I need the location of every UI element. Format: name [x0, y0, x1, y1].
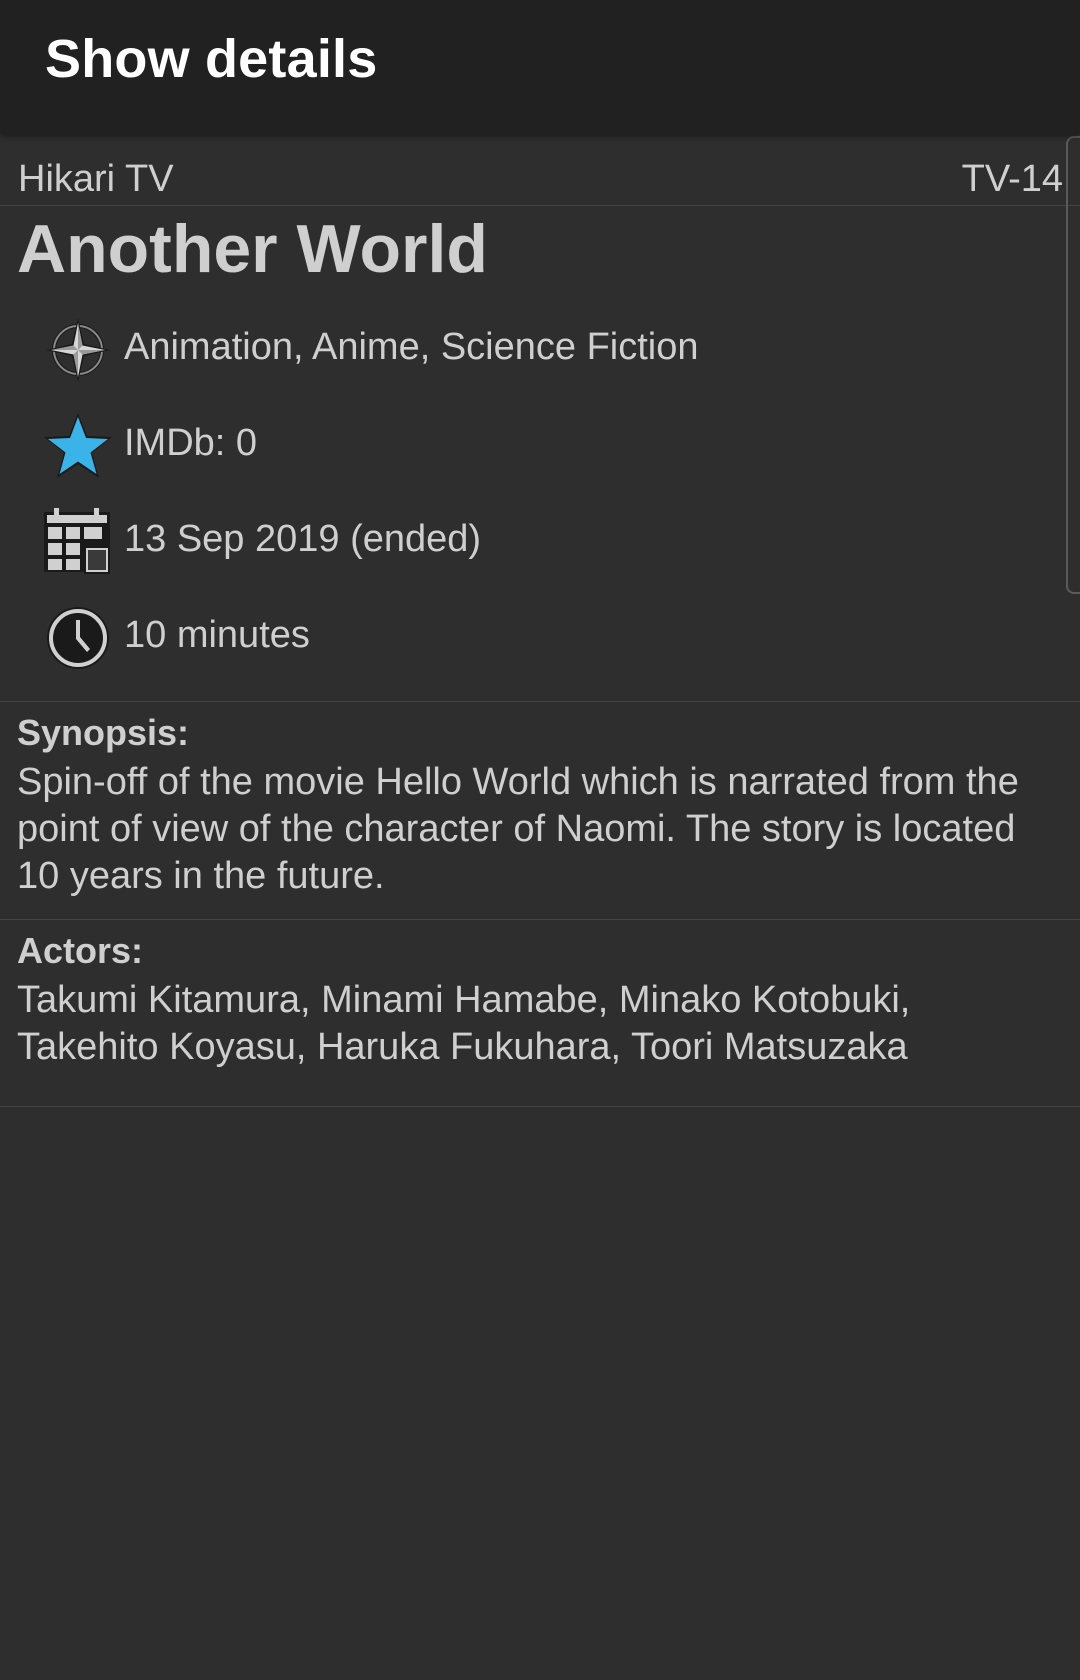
- calendar-icon: [44, 508, 110, 574]
- show-details-content[interactable]: Hikari TV TV-14 Another World Animation,…: [0, 134, 1080, 1680]
- synopsis-label: Synopsis:: [17, 712, 190, 753]
- genres-text: Animation, Anime, Science Fiction: [124, 326, 699, 368]
- app-bar: Show details: [0, 0, 1080, 134]
- imdb-row: IMDb: 0: [0, 406, 1000, 486]
- air-date-text: 13 Sep 2019 (ended): [124, 518, 482, 560]
- genre-row: Animation, Anime, Science Fiction: [0, 310, 1000, 390]
- synopsis-section: Synopsis: Spin-off of the movie Hello Wo…: [0, 702, 1080, 922]
- air-date-row: 13 Sep 2019 (ended): [0, 502, 1000, 582]
- scrollbar[interactable]: [1066, 136, 1080, 594]
- actors-text: Takumi Kitamura, Minami Hamabe, Minako K…: [17, 979, 911, 1068]
- actors-section: Actors: Takumi Kitamura, Minami Hamabe, …: [0, 920, 1080, 1100]
- star-icon: [44, 413, 112, 478]
- synopsis-text: Spin-off of the movie Hello World which …: [17, 761, 1019, 897]
- channel-row: Hikari TV TV-14: [0, 134, 1080, 206]
- show-title: Another World: [17, 211, 488, 287]
- duration-row: 10 minutes: [0, 598, 1000, 678]
- content-rating: TV-14: [961, 158, 1063, 200]
- channel-name: Hikari TV: [18, 158, 174, 200]
- clock-icon: [47, 607, 109, 669]
- compass-star-icon: [46, 318, 110, 382]
- imdb-rating-text: IMDb: 0: [124, 422, 258, 464]
- divider: [0, 1106, 1080, 1107]
- page-title: Show details: [45, 29, 378, 89]
- duration-text: 10 minutes: [124, 614, 310, 656]
- actors-label: Actors:: [17, 930, 144, 971]
